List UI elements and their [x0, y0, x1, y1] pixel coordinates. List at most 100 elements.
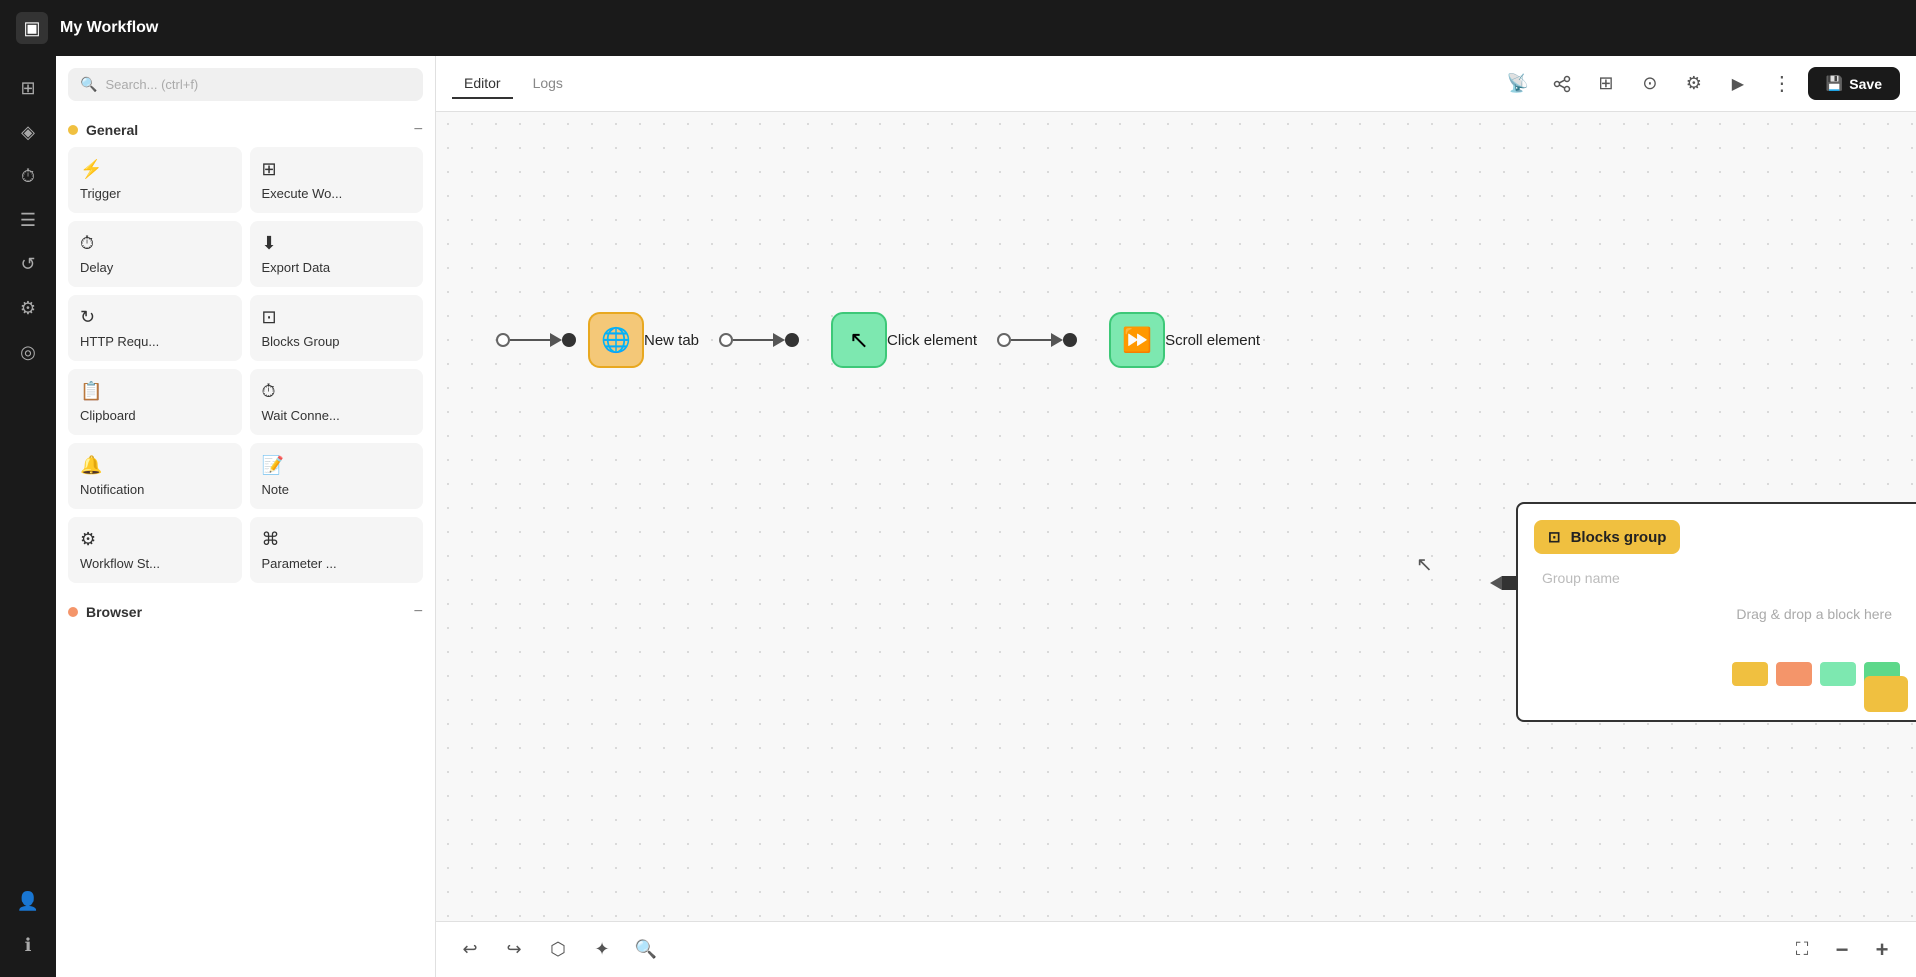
star-button[interactable]: ✦: [584, 932, 620, 968]
click-element-label: Click element: [887, 332, 977, 349]
scroll-element-node-group: ⏩ Scroll element: [1109, 312, 1260, 368]
toolbar: Editor Logs 📡 ⊞ ⊙ ⚙ ▶ ⋮ 💾 Save: [436, 56, 1916, 112]
general-dot: [68, 125, 78, 135]
database-icon-btn[interactable]: ⊙: [1632, 66, 1668, 102]
http-request-label: HTTP Requ...: [80, 334, 159, 349]
http-request-icon: ↻: [80, 307, 95, 328]
sidebar-item-shape[interactable]: ◈: [8, 112, 48, 152]
share-icon-btn[interactable]: [1544, 66, 1580, 102]
wait-connection-icon: ⏱: [262, 381, 276, 402]
sidebar-item-history[interactable]: ↺: [8, 244, 48, 284]
workflow-nodes: 🌐 New tab ↖ Click element: [496, 312, 1260, 368]
wait-connection-label: Wait Conne...: [262, 408, 340, 423]
redo-button[interactable]: ↪: [496, 932, 532, 968]
group-input-connector-area: [1490, 576, 1516, 590]
execute-workflow-icon: ⊞: [262, 159, 277, 180]
scroll-element-label: Scroll element: [1165, 332, 1260, 349]
canvas[interactable]: 🌐 New tab ↖ Click element: [436, 112, 1916, 921]
left-panel: 🔍 Search... (ctrl+f) General − ⚡ Trigger…: [56, 56, 436, 977]
fullscreen-button[interactable]: ⛶: [1784, 932, 1820, 968]
blocks-grid: ⚡ Trigger ⊞ Execute Wo... ⏱ Delay ⬇ Expo…: [56, 147, 435, 583]
workflow-storage-label: Workflow St...: [80, 556, 160, 571]
grid-icon-btn[interactable]: ⊞: [1588, 66, 1624, 102]
new-tab-block[interactable]: 🌐: [588, 312, 644, 368]
zoom-in-button[interactable]: +: [1864, 932, 1900, 968]
search-box[interactable]: 🔍 Search... (ctrl+f): [68, 68, 423, 101]
play-icon-btn[interactable]: ▶: [1720, 66, 1756, 102]
cursor-indicator: ↖: [1416, 552, 1433, 577]
tab-editor[interactable]: Editor: [452, 69, 513, 99]
export-data-icon: ⬇: [262, 233, 277, 254]
sidebar-item-settings[interactable]: ⚙: [8, 288, 48, 328]
delay-icon: ⏱: [80, 233, 94, 254]
workflow-title: My Workflow: [60, 19, 1900, 37]
conn-line-2: [733, 339, 773, 341]
block-workflow-storage[interactable]: ⚙ Workflow St...: [68, 517, 242, 583]
block-parameter[interactable]: ⌘ Parameter ...: [250, 517, 424, 583]
block-trigger[interactable]: ⚡ Trigger: [68, 147, 242, 213]
conn-arrow-3: [1051, 333, 1063, 347]
scroll-filled-connector: [1063, 333, 1077, 347]
notification-label: Notification: [80, 482, 144, 497]
sidebar-item-list[interactable]: ☰: [8, 200, 48, 240]
sidebar-item-clock[interactable]: ⏱: [8, 156, 48, 196]
zoom-out-button[interactable]: −: [1824, 932, 1860, 968]
click-element-node-group: ↖ Click element: [831, 312, 977, 368]
click-element-block[interactable]: ↖: [831, 312, 887, 368]
parameter-icon: ⌘: [262, 529, 280, 550]
header: ▣ My Workflow: [0, 0, 1916, 56]
browser-collapse-icon[interactable]: −: [414, 603, 423, 621]
broadcast-icon-btn[interactable]: 📡: [1500, 66, 1536, 102]
sidebar-item-info[interactable]: ℹ: [8, 925, 48, 965]
swatch-orange[interactable]: [1776, 662, 1812, 686]
blocks-group-panel-header: ⊡ Blocks group: [1534, 520, 1680, 554]
new-tab-input-connector: [496, 333, 510, 347]
block-note[interactable]: 📝 Note: [250, 443, 424, 509]
new-tab-label: New tab: [644, 332, 699, 349]
note-label: Note: [262, 482, 289, 497]
sidebar-item-location[interactable]: ◎: [8, 332, 48, 372]
scroll-element-block[interactable]: ⏩: [1109, 312, 1165, 368]
block-delay[interactable]: ⏱ Delay: [68, 221, 242, 287]
search-bottom-button[interactable]: 🔍: [628, 932, 664, 968]
undo-button[interactable]: ↩: [452, 932, 488, 968]
general-collapse-icon[interactable]: −: [414, 121, 423, 139]
icon-sidebar: ⊞ ◈ ⏱ ☰ ↺ ⚙ ◎ 👤 ℹ: [0, 56, 56, 977]
blocks-group-label: Blocks Group: [262, 334, 340, 349]
execute-workflow-label: Execute Wo...: [262, 186, 343, 201]
group-circle-filled: [1502, 576, 1516, 590]
block-execute-workflow[interactable]: ⊞ Execute Wo...: [250, 147, 424, 213]
color-swatches: [1534, 662, 1900, 686]
block-export-data[interactable]: ⬇ Export Data: [250, 221, 424, 287]
more-icon-btn[interactable]: ⋮: [1764, 66, 1800, 102]
save-button[interactable]: 💾 Save: [1808, 67, 1900, 100]
scroll-input-open: [997, 333, 1011, 347]
save-label: Save: [1849, 76, 1882, 92]
blocks-group-panel[interactable]: ⊡ Blocks group Group name Drag & drop a …: [1516, 502, 1916, 722]
cube-button[interactable]: ⬡: [540, 932, 576, 968]
sidebar-item-home[interactable]: ⊞: [8, 68, 48, 108]
swatch-yellow[interactable]: [1732, 662, 1768, 686]
block-wait-connection[interactable]: ⏱ Wait Conne...: [250, 369, 424, 435]
block-clipboard[interactable]: 📋 Clipboard: [68, 369, 242, 435]
group-arrow-left: [1490, 576, 1502, 590]
general-label: General: [86, 122, 406, 138]
sidebar-item-user[interactable]: 👤: [8, 881, 48, 921]
block-notification[interactable]: 🔔 Notification: [68, 443, 242, 509]
swatch-mint[interactable]: [1820, 662, 1856, 686]
delay-label: Delay: [80, 260, 113, 275]
note-icon: 📝: [262, 455, 284, 476]
main-layout: ⊞ ◈ ⏱ ☰ ↺ ⚙ ◎ 👤 ℹ 🔍 Search... (ctrl+f) G…: [0, 56, 1916, 977]
block-blocks-group[interactable]: ⊡ Blocks Group: [250, 295, 424, 361]
yellow-accent-block: [1864, 676, 1908, 712]
app-logo: ▣: [16, 12, 48, 44]
config-icon-btn[interactable]: ⚙: [1676, 66, 1712, 102]
clipboard-icon: 📋: [80, 381, 102, 402]
block-http-request[interactable]: ↻ HTTP Requ...: [68, 295, 242, 361]
trigger-icon: ⚡: [80, 159, 102, 180]
save-icon: 💾: [1826, 75, 1843, 92]
tab-logs[interactable]: Logs: [521, 69, 575, 99]
connector-2-3: [997, 333, 1089, 347]
new-tab-node-group: 🌐 New tab: [496, 312, 699, 368]
zoom-controls: ⛶ − +: [1784, 932, 1900, 968]
